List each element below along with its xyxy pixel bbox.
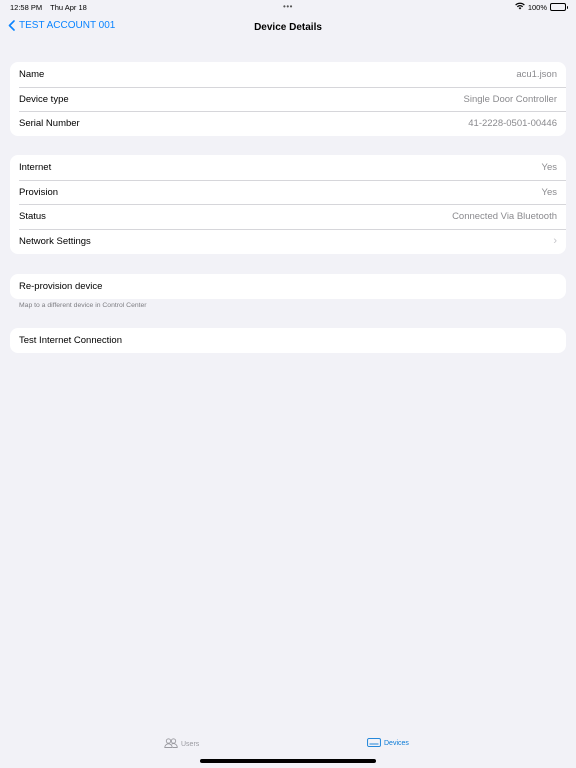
- serial-number-row: Serial Number 41-2228-0501-00446: [10, 111, 566, 136]
- status-row: Status Connected Via Bluetooth: [10, 204, 566, 229]
- users-icon: [164, 738, 178, 750]
- tab-devices-label: Devices: [384, 740, 409, 747]
- network-settings-label: Network Settings: [19, 235, 91, 247]
- device-type-label: Device type: [19, 93, 69, 105]
- internet-row: Internet Yes: [10, 155, 566, 180]
- status-value: Connected Via Bluetooth: [452, 211, 557, 223]
- reprovision-group: Re-provision device: [10, 274, 566, 299]
- home-indicator[interactable]: [200, 759, 376, 763]
- back-button[interactable]: TEST ACCOUNT 001: [8, 20, 115, 31]
- name-row: Name acu1.json: [10, 62, 566, 87]
- back-button-label: TEST ACCOUNT 001: [19, 20, 116, 31]
- battery-icon: [550, 3, 568, 11]
- provision-value: Yes: [541, 186, 558, 198]
- status-bar: 12:58 PM Thu Apr 18 ••• 100%: [0, 0, 576, 14]
- device-type-value: Single Door Controller: [463, 93, 557, 105]
- internet-label: Internet: [19, 161, 52, 173]
- multitasking-dots[interactable]: •••: [283, 2, 293, 11]
- device-details-screen: 12:58 PM Thu Apr 18 ••• 100% TEST ACCOUN…: [0, 0, 576, 768]
- internet-value: Yes: [541, 161, 558, 173]
- reprovision-footnote: Map to a different device in Control Cen…: [19, 302, 147, 309]
- wifi-icon: [515, 2, 525, 12]
- network-settings-row[interactable]: Network Settings ›: [10, 229, 566, 254]
- status-date: Thu Apr 18: [50, 2, 87, 12]
- tab-bar: Users Devices: [0, 734, 576, 758]
- chevron-right-icon: ›: [553, 235, 557, 248]
- provision-label: Provision: [19, 186, 59, 198]
- name-value: acu1.json: [516, 68, 557, 80]
- connection-group: Internet Yes Provision Yes Status Connec…: [10, 155, 566, 254]
- tab-users[interactable]: Users: [164, 738, 199, 750]
- device-type-row: Device type Single Door Controller: [10, 86, 566, 112]
- test-internet-connection-button[interactable]: Test Internet Connection: [10, 328, 566, 353]
- chevron-left-icon: [8, 20, 15, 31]
- provision-row: Provision Yes: [10, 179, 566, 205]
- devices-icon: [367, 738, 381, 749]
- reprovision-button[interactable]: Re-provision device: [10, 274, 566, 299]
- name-label: Name: [19, 68, 45, 80]
- tab-devices[interactable]: Devices: [367, 738, 409, 749]
- navigation-bar: TEST ACCOUNT 001 Device Details: [0, 14, 576, 42]
- battery-percent: 100%: [527, 2, 547, 12]
- device-info-group: Name acu1.json Device type Single Door C…: [10, 62, 566, 137]
- test-connection-group: Test Internet Connection: [10, 328, 566, 353]
- page-title: Device Details: [254, 22, 322, 33]
- serial-number-label: Serial Number: [19, 118, 80, 130]
- reprovision-label: Re-provision device: [19, 280, 103, 292]
- serial-number-value: 41-2228-0501-00446: [468, 118, 557, 130]
- test-internet-connection-label: Test Internet Connection: [19, 334, 122, 346]
- status-label: Status: [19, 211, 46, 223]
- tab-users-label: Users: [181, 740, 200, 748]
- status-time: 12:58 PM: [10, 2, 43, 12]
